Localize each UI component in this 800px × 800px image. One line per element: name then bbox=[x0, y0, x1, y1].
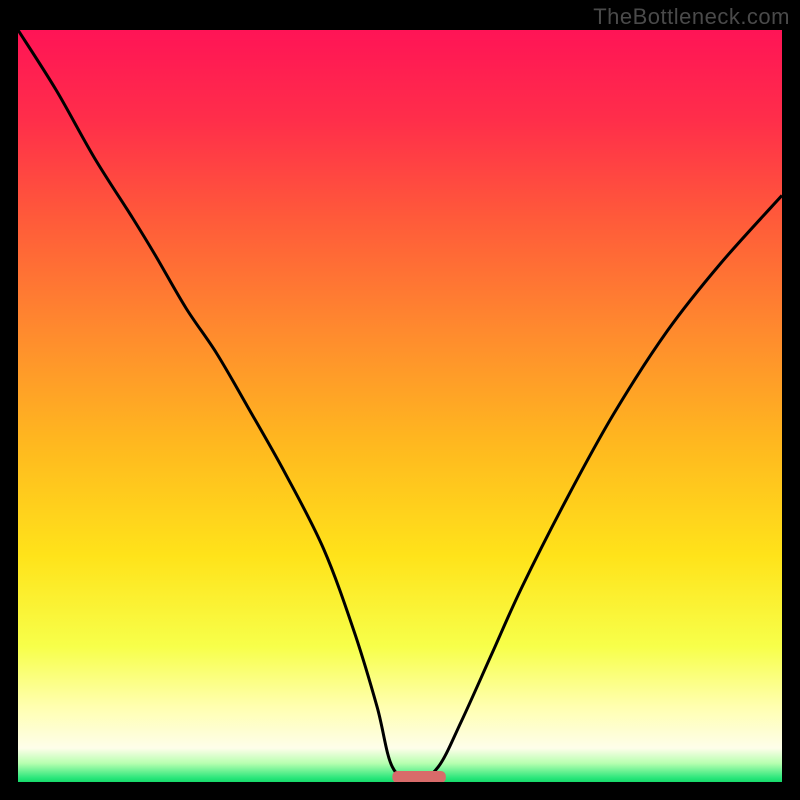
watermark-text: TheBottleneck.com bbox=[593, 4, 790, 30]
chart-frame: TheBottleneck.com bbox=[0, 0, 800, 800]
minimum-marker bbox=[392, 771, 445, 782]
bottleneck-chart bbox=[18, 30, 782, 782]
gradient-background bbox=[18, 30, 782, 782]
plot-area bbox=[18, 30, 782, 782]
